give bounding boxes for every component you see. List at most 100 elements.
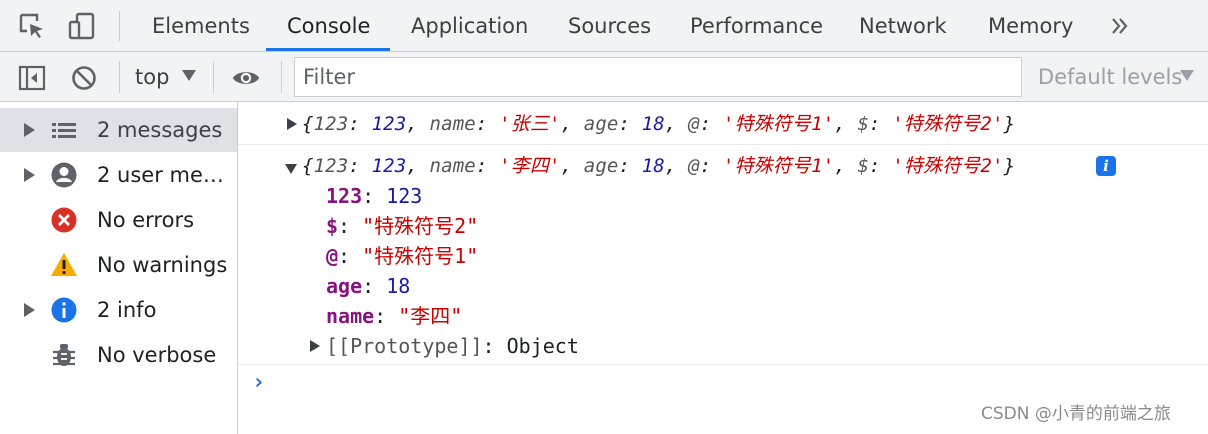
brace: { [302,155,314,177]
sidebar-item-info[interactable]: 2 info [0,288,237,332]
list-icon-svg [52,123,76,138]
expand-arrow-icon[interactable] [287,118,297,130]
context-dropdown-caret-icon[interactable] [182,70,196,81]
tab-elements[interactable]: Elements [152,0,250,52]
console-message-row-expanded: {123: 123, name: '李四', age: 18, @: '特殊符号… [238,146,1208,365]
preview-key: 123 [313,155,349,177]
object-property: $: "特殊符号2" [326,211,478,241]
bug-icon-svg [53,344,75,366]
object-preview[interactable]: {123: 123, name: '张三', age: 18, @: '特殊符号… [302,109,1015,139]
property-colon: : [482,334,507,358]
execution-context-selector[interactable]: top [135,52,169,102]
levels-dropdown-caret-icon[interactable] [1180,70,1194,81]
active-tab-indicator [266,48,390,51]
preview-key: @ [688,113,700,135]
property-value: "特殊符号1" [362,244,479,268]
preview-colon: : [618,155,642,177]
log-levels-dropdown[interactable]: Default levels [1038,52,1182,102]
bug-icon [50,341,78,369]
tab-performance[interactable]: Performance [690,0,823,52]
preview-value: 123 [371,113,407,135]
expand-arrow-icon[interactable] [310,340,320,352]
error-icon [50,206,78,234]
preview-comma: , [664,113,689,135]
preview-key: $ [857,155,870,177]
device-toolbar-icon-svg [68,12,95,40]
info-icon-svg [51,297,77,323]
property-key: name [326,304,375,328]
clear-console-icon[interactable] [70,64,98,92]
preview-comma: , [560,155,584,177]
object-property: name: "李四" [326,301,462,331]
preview-value: '特殊符号1' [722,113,835,135]
preview-value: '张三' [499,113,561,135]
expand-arrow-icon[interactable] [24,168,35,182]
prototype-property[interactable]: [[Prototype]]: Object [326,331,579,361]
clear-console-icon-svg [72,66,96,90]
tab-application[interactable]: Application [411,0,528,52]
prototype-value: Object [506,334,579,358]
tab-console[interactable]: Console [287,0,370,52]
tab-sources[interactable]: Sources [568,0,651,52]
tab-memory[interactable]: Memory [988,0,1073,52]
sidebar-item-verbose[interactable]: No verbose [0,333,237,377]
preview-comma: , [406,113,430,135]
brace: } [1003,155,1016,177]
preview-colon: : [348,155,372,177]
property-key: age [326,274,363,298]
expand-arrow-icon[interactable] [24,303,35,317]
preview-key: 123 [313,113,349,135]
preview-colon: : [869,155,893,177]
preview-key: age [583,155,619,177]
sidebar-item-label: 2 messages [97,118,223,142]
sidebar-toggle-icon-svg [18,65,46,91]
brace: { [302,113,314,135]
sidebar-item-errors[interactable]: No errors [0,198,237,242]
tab-network[interactable]: Network [859,0,947,52]
console-output: {123: 123, name: '张三', age: 18, @: '特殊符号… [238,102,1208,434]
tab-bar-divider [119,11,120,41]
property-value: 123 [386,184,423,208]
object-property: @: "特殊符号1" [326,241,478,271]
expand-arrow-icon[interactable] [24,123,35,137]
preview-value: 123 [371,155,407,177]
preview-comma: , [406,155,430,177]
toolbar-divider [281,61,282,93]
sidebar-item-label: 2 user mess… [97,163,233,187]
info-badge-icon[interactable]: i [1096,156,1116,176]
property-value: 18 [386,274,411,298]
preview-value: '特殊符号1' [722,155,835,177]
device-toolbar-icon[interactable] [68,12,96,40]
property-value: "李四" [398,304,463,328]
preview-comma: , [560,113,584,135]
preview-colon: : [618,113,642,135]
sidebar-item-label: No warnings [97,253,228,277]
object-property: age: 18 [326,271,410,301]
user-icon-svg [51,162,77,188]
property-colon: : [338,244,363,268]
filter-input[interactable] [303,58,1003,96]
property-value: "特殊符号2" [362,214,479,238]
inspect-element-icon-svg [19,13,43,38]
preview-key: @ [688,155,700,177]
preview-value: 18 [641,113,665,135]
sidebar-toggle-icon[interactable] [18,64,46,92]
user-icon [50,161,78,189]
property-colon: : [362,184,387,208]
brace: } [1003,113,1016,135]
console-prompt-icon[interactable]: › [252,370,265,395]
info-icon [50,296,78,324]
inspect-element-icon[interactable] [18,12,46,40]
more-tabs-chevron-icon[interactable] [1106,12,1134,40]
preview-value: '特殊符号2' [892,113,1004,135]
property-key: $ [326,214,339,238]
console-message-row: {123: 123, name: '张三', age: 18, @: '特殊符号… [238,102,1208,145]
collapse-arrow-icon[interactable] [285,164,297,174]
live-expression-eye-icon[interactable] [232,64,260,92]
sidebar-item-messages[interactable]: 2 messages [0,108,237,152]
prototype-key: [[Prototype]] [326,334,483,358]
object-preview[interactable]: {123: 123, name: '李四', age: 18, @: '特殊符号… [302,151,1015,181]
sidebar-item-warnings[interactable]: No warnings [0,243,237,287]
sidebar-item-user-messages[interactable]: 2 user mess… [0,153,237,197]
list-icon [50,116,78,144]
